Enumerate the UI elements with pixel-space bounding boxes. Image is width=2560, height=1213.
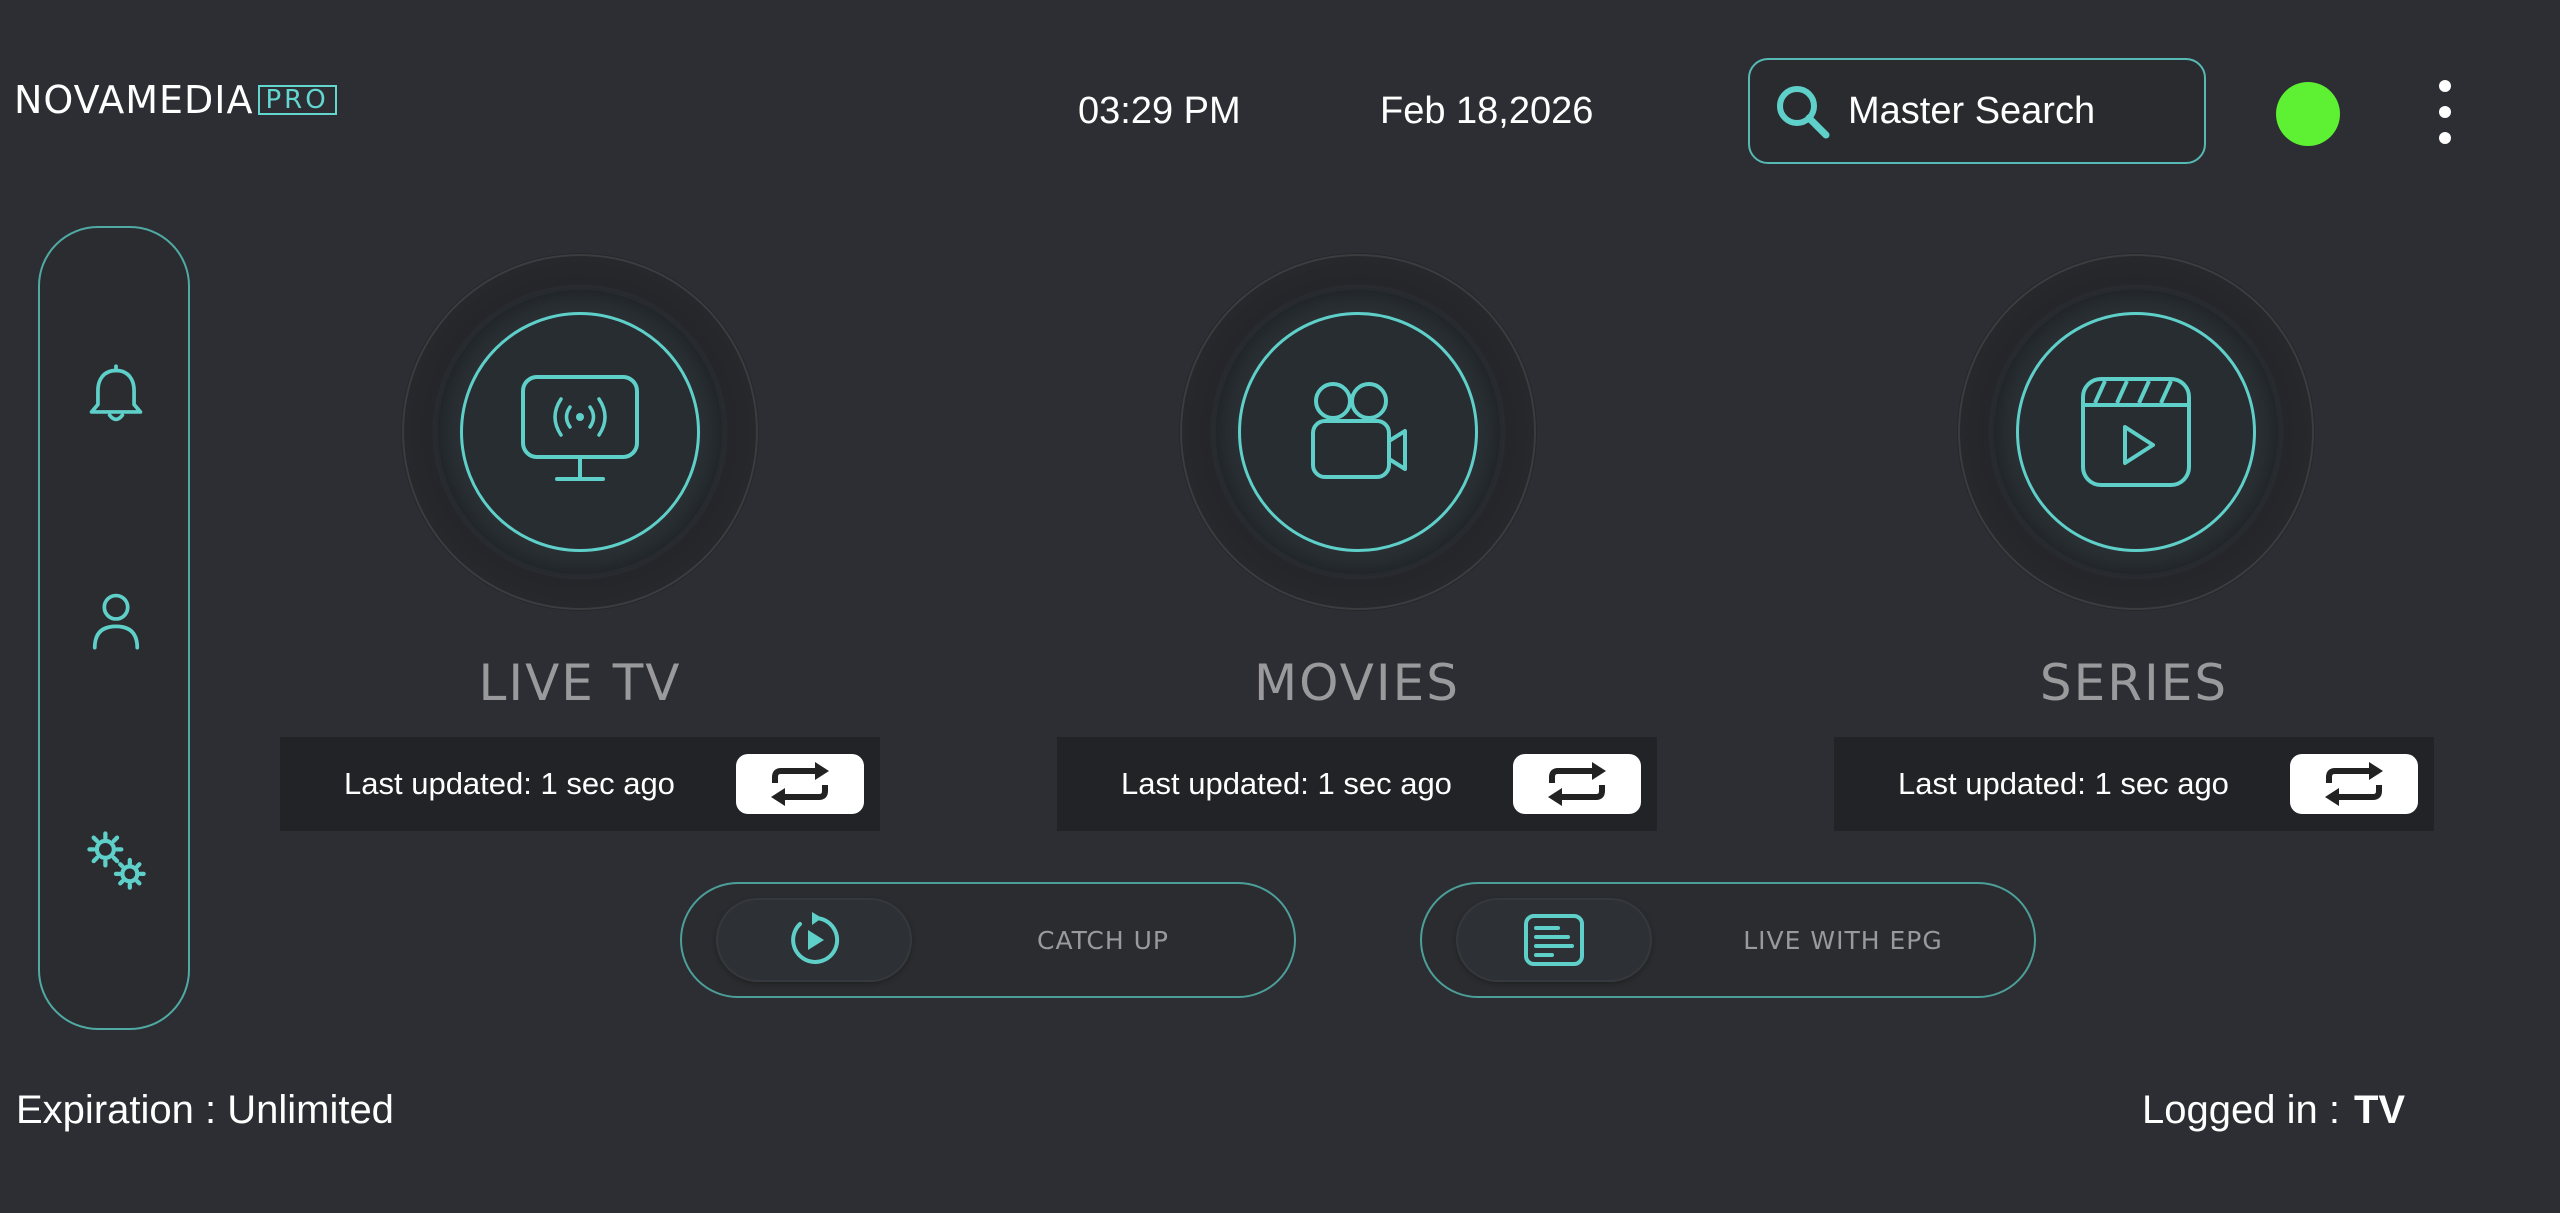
movies-refresh-button[interactable] (1513, 754, 1641, 814)
series-title: SERIES (2039, 654, 2229, 712)
sidebar-item-profile[interactable] (76, 580, 156, 660)
replay-icon (791, 912, 840, 964)
clock-time: 03:29 PM (1078, 90, 1241, 132)
user-icon (92, 593, 140, 650)
logged-in-user: TV (2353, 1088, 2406, 1132)
clock-date: Feb 18,2026 (1380, 90, 1594, 132)
brand-name: NOVAMEDIA (14, 78, 254, 122)
guide-icon (1524, 914, 1584, 966)
live-tv-refresh-button[interactable] (736, 754, 864, 814)
catch-up-button[interactable]: CATCH UP (680, 882, 1296, 998)
more-menu-button[interactable] (2430, 80, 2460, 144)
live-with-epg-label: LIVE WITH EPG (1743, 925, 1943, 955)
live-tv-title: LIVE TV (478, 654, 682, 712)
tv-broadcast-icon (521, 375, 639, 481)
search-label: Master Search (1848, 89, 2096, 132)
clapperboard-icon (2081, 377, 2191, 487)
series-card[interactable] (1958, 254, 2314, 610)
live-tv-last-updated: Last updated: 1 sec ago (344, 766, 675, 801)
series-last-updated: Last updated: 1 sec ago (1898, 766, 2229, 801)
brand-badge: PRO (257, 85, 337, 115)
refresh-icon (2325, 762, 2383, 806)
live-tv-card[interactable] (402, 254, 758, 610)
logged-in-status: Logged in : TV (2142, 1088, 2405, 1133)
bell-icon (89, 364, 143, 422)
movies-last-updated: Last updated: 1 sec ago (1121, 766, 1452, 801)
live-tv-update-bar: Last updated: 1 sec ago (280, 737, 880, 831)
refresh-icon (771, 762, 829, 806)
series-update-bar: Last updated: 1 sec ago (1834, 737, 2434, 831)
movie-camera-icon (1311, 382, 1407, 479)
live-with-epg-button[interactable]: LIVE WITH EPG (1420, 882, 2036, 998)
logged-in-label: Logged in : (2142, 1088, 2340, 1132)
movies-card[interactable] (1180, 254, 1536, 610)
expiration-status: Expiration : Unlimited (16, 1088, 394, 1132)
sidebar (38, 226, 190, 1030)
more-vertical-icon (2439, 80, 2451, 92)
gears-icon (87, 831, 146, 890)
refresh-icon (1548, 762, 1606, 806)
connection-status-indicator (2276, 82, 2340, 146)
movies-title: MOVIES (1254, 654, 1460, 712)
app-logo: NOVAMEDIA PRO (14, 78, 337, 122)
sidebar-item-notifications[interactable] (76, 356, 156, 436)
series-refresh-button[interactable] (2290, 754, 2418, 814)
master-search-button[interactable]: Master Search (1748, 58, 2206, 164)
sidebar-item-settings[interactable] (76, 820, 156, 900)
search-icon (1777, 86, 1830, 139)
catch-up-label: CATCH UP (1037, 925, 1169, 955)
movies-update-bar: Last updated: 1 sec ago (1057, 737, 1657, 831)
